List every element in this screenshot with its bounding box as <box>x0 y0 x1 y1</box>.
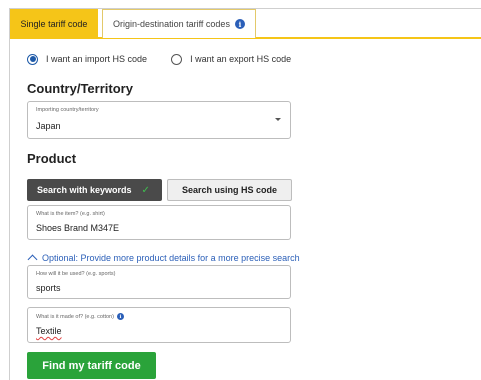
field-label: Importing country/territory <box>36 107 99 113</box>
radio-label: I want an export HS code <box>190 54 292 64</box>
item-input[interactable]: What is the item? (e.g. shirt) Shoes Bra… <box>27 205 291 240</box>
tab-label: Single tariff code <box>20 18 88 29</box>
find-my-tariff-code-button[interactable]: Find my tariff code <box>27 352 156 379</box>
search-with-keywords-button[interactable]: Search with keywords ✓ <box>27 179 162 201</box>
import-hs-radio-option[interactable]: I want an import HS code <box>27 53 148 65</box>
tab-single-tariff-code[interactable]: Single tariff code <box>10 9 98 38</box>
tab-origin-destination[interactable]: Origin-destination tariff codes i <box>102 9 256 38</box>
tab-label: Origin-destination tariff codes <box>113 19 230 29</box>
check-icon: ✓ <box>141 184 150 196</box>
caret-down-icon <box>275 118 281 121</box>
export-hs-radio[interactable] <box>171 53 183 65</box>
button-label: Search using HS code <box>181 185 278 195</box>
optional-details-toggle[interactable]: Optional: Provide more product details f… <box>27 253 300 265</box>
product-heading: Product <box>27 151 77 166</box>
export-hs-radio-option[interactable]: I want an export HS code <box>171 53 292 65</box>
field-value: Japan <box>36 121 61 131</box>
usage-input[interactable]: How will it be used? (e.g. sports) sport… <box>27 265 291 299</box>
search-using-hs-code-button[interactable]: Search using HS code <box>167 179 292 201</box>
tariff-search-panel: Single tariff code Origin-destination ta… <box>9 8 481 380</box>
material-input[interactable]: What is it made of? (e.g. cotton) i Texti… <box>27 307 291 343</box>
tab-bar: Single tariff code Origin-destination ta… <box>10 9 481 39</box>
button-label: Search with keywords <box>37 185 132 195</box>
country-heading: Country/Territory <box>27 81 133 96</box>
optional-link-label: Optional: Provide more product details f… <box>42 253 300 263</box>
import-hs-radio[interactable] <box>27 53 38 65</box>
field-label: How will it be used? (e.g. sports) <box>36 271 116 277</box>
chevron-up-icon <box>27 254 38 265</box>
field-value: sports <box>36 283 61 293</box>
info-icon[interactable]: i <box>116 313 124 320</box>
field-value: Shoes Brand M347E <box>36 223 120 233</box>
field-value: Textile <box>36 326 62 336</box>
radio-label: I want an import HS code <box>46 54 148 64</box>
importing-country-select[interactable]: Importing country/territory Japan <box>27 101 291 139</box>
field-label-text: What is it made of? (e.g. cotton) <box>36 313 114 320</box>
info-icon[interactable]: i <box>234 19 245 29</box>
button-label: Find my tariff code <box>42 359 141 372</box>
hs-direction-radio-group: I want an import HS code I want an expor… <box>27 51 291 67</box>
field-label: What is the item? (e.g. shirt) <box>36 211 105 217</box>
field-label: What is it made of? (e.g. cotton) i <box>36 313 124 320</box>
